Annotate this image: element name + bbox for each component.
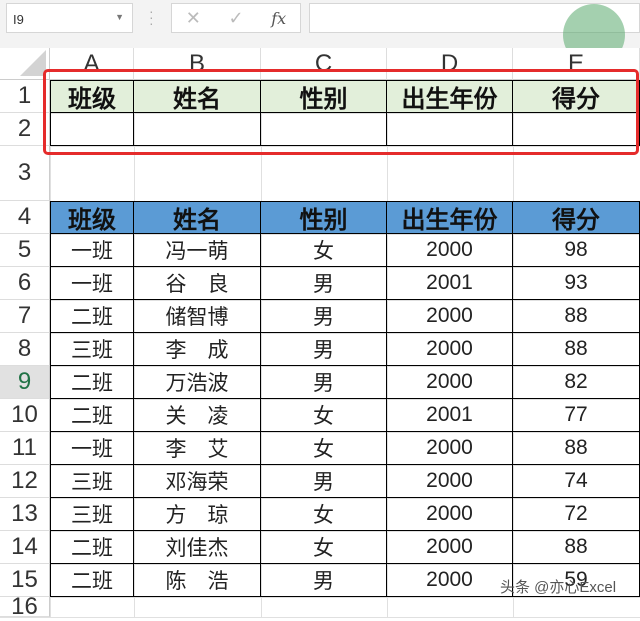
chevron-down-icon[interactable]: ▼ <box>115 12 124 22</box>
row-header-9[interactable]: 9 <box>0 366 50 399</box>
table-cell[interactable]: 一班 <box>50 432 134 465</box>
drag-handle-icon[interactable]: · · · <box>149 4 154 30</box>
table-cell[interactable]: 72 <box>513 498 640 531</box>
name-box-value: I9 <box>13 12 24 27</box>
table-cell[interactable]: 陈 浩 <box>134 564 261 597</box>
table-cell[interactable]: 男 <box>261 300 387 333</box>
table-cell[interactable]: 男 <box>261 267 387 300</box>
highlight-box <box>43 69 639 155</box>
formula-bar: I9 ▼ · · · ✕ ✓ fx <box>0 0 640 48</box>
table-cell[interactable]: 李 艾 <box>134 432 261 465</box>
table-cell[interactable]: 女 <box>261 498 387 531</box>
table-cell[interactable]: 2000 <box>387 432 513 465</box>
table-cell[interactable]: 冯一萌 <box>134 234 261 267</box>
table-cell[interactable]: 三班 <box>50 465 134 498</box>
formula-buttons: ✕ ✓ fx <box>171 3 301 33</box>
table-cell[interactable]: 82 <box>513 366 640 399</box>
table-cell[interactable]: 男 <box>261 564 387 597</box>
table-cell[interactable]: 储智博 <box>134 300 261 333</box>
table-cell[interactable]: 2000 <box>387 531 513 564</box>
table-cell[interactable]: 2000 <box>387 498 513 531</box>
table-cell[interactable]: 2001 <box>387 267 513 300</box>
table-cell[interactable]: 女 <box>261 531 387 564</box>
table-cell[interactable]: 女 <box>261 399 387 432</box>
row-header-6[interactable]: 6 <box>0 267 50 300</box>
row-header-16[interactable]: 16 <box>0 593 50 620</box>
row-header-4[interactable]: 4 <box>0 201 50 234</box>
table-cell[interactable]: 2000 <box>387 234 513 267</box>
table-cell[interactable]: 三班 <box>50 498 134 531</box>
table-cell[interactable]: 二班 <box>50 366 134 399</box>
table-header-cell[interactable]: 出生年份 <box>387 201 513 234</box>
table-cell[interactable]: 88 <box>513 300 640 333</box>
table-cell[interactable]: 74 <box>513 465 640 498</box>
table-cell[interactable]: 2000 <box>387 366 513 399</box>
table-cell[interactable]: 一班 <box>50 234 134 267</box>
row-header-10[interactable]: 10 <box>0 399 50 432</box>
table-cell[interactable]: 三班 <box>50 333 134 366</box>
table-cell[interactable]: 男 <box>261 465 387 498</box>
row-header-7[interactable]: 7 <box>0 300 50 333</box>
table-cell[interactable]: 98 <box>513 234 640 267</box>
cancel-icon[interactable]: ✕ <box>186 8 201 29</box>
table-cell[interactable]: 77 <box>513 399 640 432</box>
gridline <box>0 597 640 598</box>
table-header-cell[interactable]: 姓名 <box>134 201 261 234</box>
table-cell[interactable]: 女 <box>261 234 387 267</box>
row-header-14[interactable]: 14 <box>0 531 50 564</box>
row-header-12[interactable]: 12 <box>0 465 50 498</box>
table-cell[interactable]: 2000 <box>387 333 513 366</box>
table-cell[interactable]: 93 <box>513 267 640 300</box>
table-header-cell[interactable]: 班级 <box>50 201 134 234</box>
row-header-8[interactable]: 8 <box>0 333 50 366</box>
table-cell[interactable]: 88 <box>513 531 640 564</box>
table-cell[interactable]: 2001 <box>387 399 513 432</box>
table-cell[interactable]: 关 凌 <box>134 399 261 432</box>
table-cell[interactable]: 88 <box>513 432 640 465</box>
table-cell[interactable]: 二班 <box>50 399 134 432</box>
table-cell[interactable]: 男 <box>261 333 387 366</box>
row-header-3[interactable]: 3 <box>0 146 50 201</box>
gridline <box>0 617 640 618</box>
table-cell[interactable]: 2000 <box>387 300 513 333</box>
table-cell[interactable]: 男 <box>261 366 387 399</box>
table-cell[interactable]: 一班 <box>50 267 134 300</box>
table-cell[interactable]: 方 琼 <box>134 498 261 531</box>
table-cell[interactable]: 2000 <box>387 465 513 498</box>
table-cell[interactable]: 2000 <box>387 564 513 597</box>
table-cell[interactable]: 谷 良 <box>134 267 261 300</box>
table-header-cell[interactable]: 性别 <box>261 201 387 234</box>
table-cell[interactable]: 万浩波 <box>134 366 261 399</box>
table-cell[interactable]: 88 <box>513 333 640 366</box>
row-header-5[interactable]: 5 <box>0 234 50 267</box>
table-cell[interactable]: 二班 <box>50 300 134 333</box>
watermark: 头条 @亦心Excel <box>500 579 617 596</box>
table-cell[interactable]: 刘佳杰 <box>134 531 261 564</box>
table-cell[interactable]: 李 成 <box>134 333 261 366</box>
function-icon[interactable]: fx <box>271 9 286 28</box>
row-header-13[interactable]: 13 <box>0 498 50 531</box>
table-cell[interactable]: 女 <box>261 432 387 465</box>
row-header-11[interactable]: 11 <box>0 432 50 465</box>
enter-icon[interactable]: ✓ <box>229 8 244 29</box>
table-cell[interactable]: 二班 <box>50 531 134 564</box>
name-box[interactable]: I9 ▼ <box>6 3 133 33</box>
table-cell[interactable]: 邓海荣 <box>134 465 261 498</box>
table-header-cell[interactable]: 得分 <box>513 201 640 234</box>
table-cell[interactable]: 二班 <box>50 564 134 597</box>
